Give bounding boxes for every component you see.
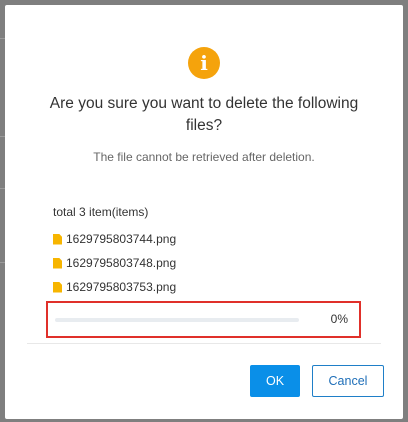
file-list: 1629795803744.png 1629795803748.png 1629… (53, 227, 176, 299)
dialog-subtitle: The file cannot be retrieved after delet… (93, 150, 315, 164)
progress-percent: 0% (330, 312, 348, 326)
cancel-button[interactable]: Cancel (312, 365, 384, 397)
info-icon: i (188, 47, 220, 79)
progress-bar (55, 318, 299, 322)
file-name: 1629795803748.png (66, 256, 177, 270)
list-item: 1629795803753.png (53, 275, 176, 299)
file-name: 1629795803753.png (66, 280, 177, 294)
divider (27, 343, 381, 344)
delete-confirm-dialog: i Are you sure you want to delete the fo… (5, 5, 403, 419)
file-count: total 3 item(items) (53, 205, 149, 219)
file-icon (53, 257, 62, 269)
progress-highlight: 0% (46, 301, 361, 338)
file-icon (53, 281, 62, 293)
file-icon (53, 233, 62, 245)
dialog-title: Are you sure you want to delete the foll… (49, 95, 359, 134)
list-item: 1629795803748.png (53, 251, 176, 275)
file-name: 1629795803744.png (66, 232, 177, 246)
ok-button[interactable]: OK (250, 365, 300, 397)
list-item: 1629795803744.png (53, 227, 176, 251)
